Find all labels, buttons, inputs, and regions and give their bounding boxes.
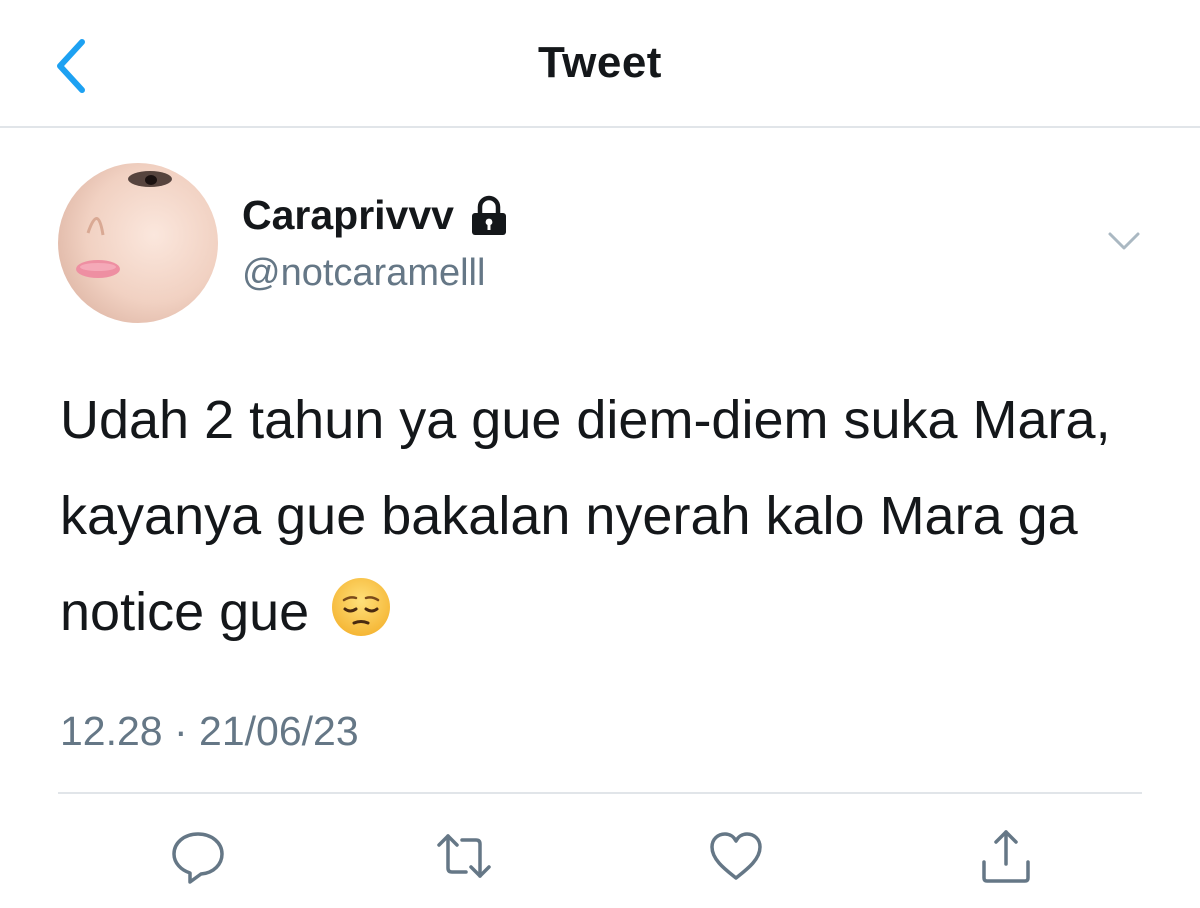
- page-title: Tweet: [538, 38, 662, 87]
- retweet-button[interactable]: [434, 826, 494, 886]
- more-options-button[interactable]: [1104, 226, 1144, 258]
- user-handle: @notcaramelll: [242, 252, 486, 294]
- share-icon: [982, 830, 1030, 883]
- avatar-image: [58, 163, 218, 323]
- display-name: Caraprivvv: [242, 192, 454, 238]
- reply-button[interactable]: [168, 826, 228, 886]
- tweet-timestamp: 12.28 · 21/06/23: [60, 708, 359, 754]
- share-button[interactable]: [976, 826, 1036, 886]
- heart-icon: [710, 832, 762, 880]
- retweet-icon: [437, 834, 491, 878]
- tweet-text: Udah 2 tahun ya gue diem-diem suka Mara,…: [60, 390, 1111, 642]
- lock-icon: [468, 195, 510, 237]
- pensive-face-icon: [330, 572, 392, 636]
- display-name-row[interactable]: Caraprivvv: [242, 192, 510, 239]
- divider: [58, 792, 1142, 794]
- reply-icon: [172, 832, 224, 884]
- chevron-down-icon: [1108, 232, 1140, 250]
- like-button[interactable]: [706, 826, 766, 886]
- tweet-body: Udah 2 tahun ya gue diem-diem suka Mara,…: [60, 372, 1160, 660]
- avatar[interactable]: [58, 163, 218, 323]
- top-bar: Tweet: [0, 0, 1200, 128]
